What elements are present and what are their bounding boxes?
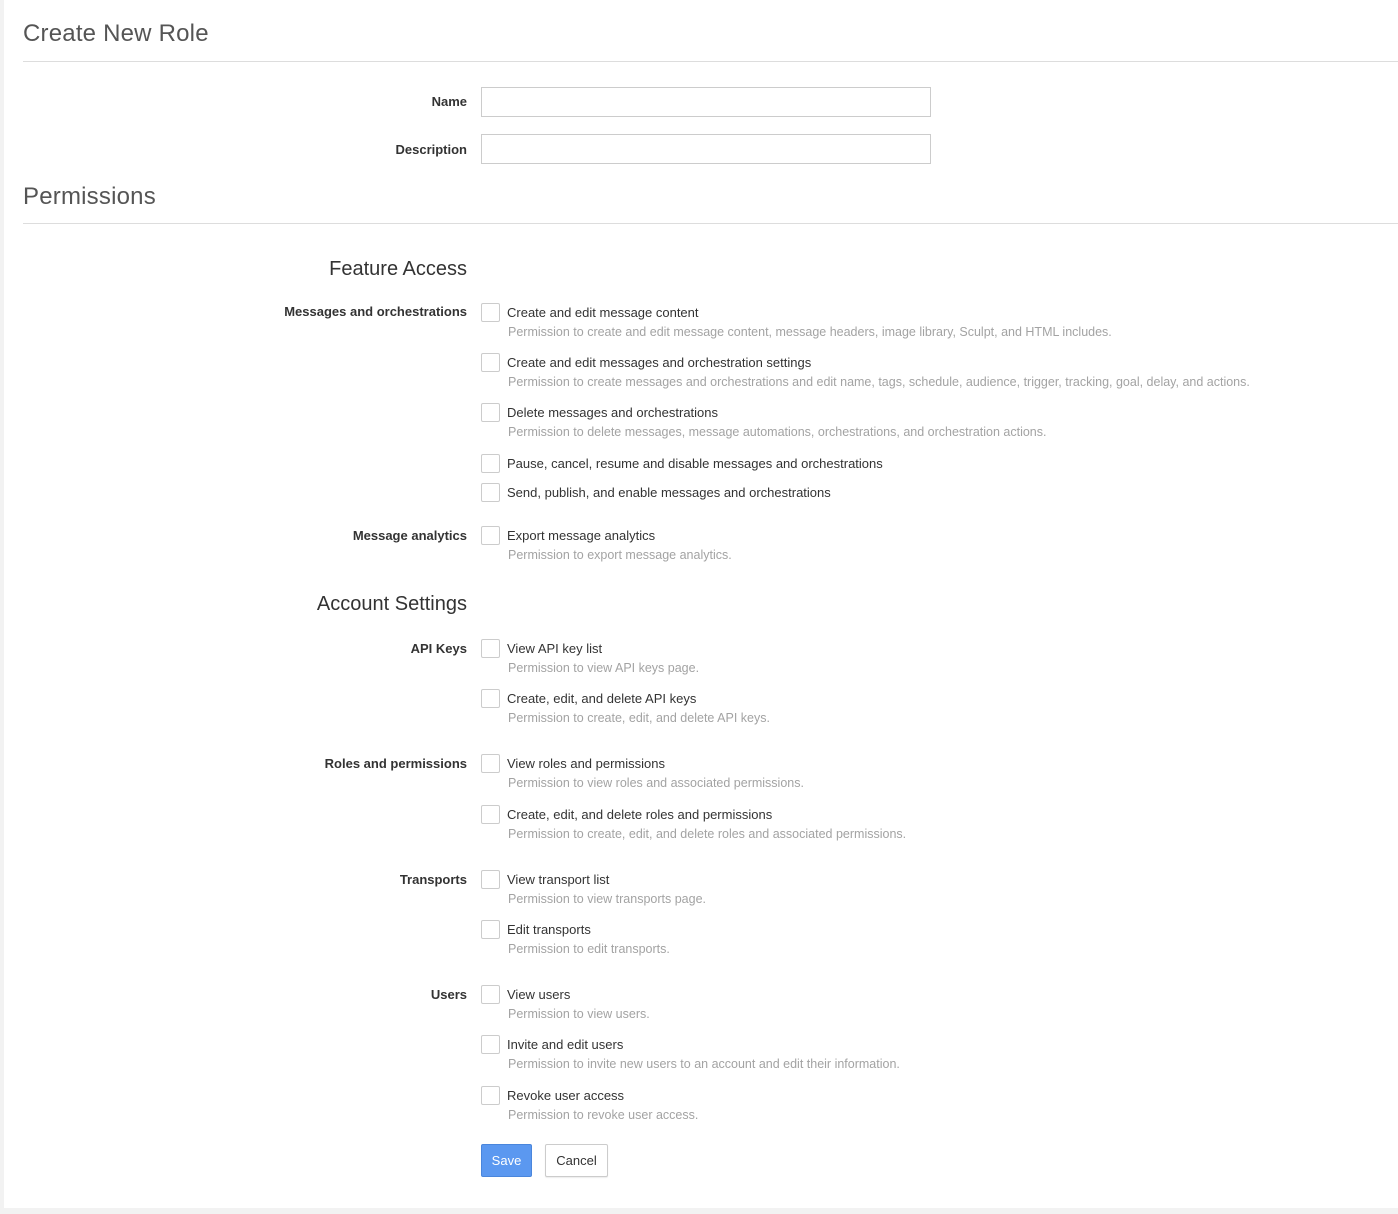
permission-title: Export message analytics bbox=[507, 528, 656, 543]
permission-item: View API key list Permission to view API… bbox=[481, 639, 1381, 679]
permission-checkbox[interactable] bbox=[481, 805, 500, 824]
permission-title: Invite and edit users bbox=[507, 1037, 624, 1052]
cancel-button[interactable]: Cancel bbox=[545, 1144, 608, 1177]
permission-description: Permission to view API keys page. bbox=[508, 661, 700, 675]
permission-description: Permission to create, edit, and delete A… bbox=[508, 711, 770, 725]
description-label: Description bbox=[395, 142, 467, 157]
permission-checkbox[interactable] bbox=[481, 1035, 500, 1054]
permission-item: Create and edit message content Permissi… bbox=[481, 303, 1381, 343]
permission-title: Create and edit message content bbox=[507, 305, 699, 320]
permission-title: Edit transports bbox=[507, 922, 591, 937]
permission-description: Permission to create, edit, and delete r… bbox=[508, 827, 907, 841]
permission-item: Export message analytics Permission to e… bbox=[481, 526, 1381, 566]
permission-item: Create, edit, and delete API keys Permis… bbox=[481, 689, 1381, 729]
permission-title: View roles and permissions bbox=[507, 756, 665, 771]
users-label: Users bbox=[430, 987, 467, 1002]
permission-title: Create and edit messages and orchestrati… bbox=[507, 355, 812, 370]
permission-checkbox[interactable] bbox=[481, 754, 500, 773]
permission-description: Permission to export message analytics. bbox=[508, 548, 732, 562]
permission-checkbox[interactable] bbox=[481, 353, 500, 372]
permission-checkbox[interactable] bbox=[481, 689, 500, 708]
permission-description: Permission to view roles and associated … bbox=[508, 776, 804, 790]
permission-item: Delete messages and orchestrations Permi… bbox=[481, 403, 1381, 443]
permission-title: Delete messages and orchestrations bbox=[507, 405, 719, 420]
permission-checkbox[interactable] bbox=[481, 1086, 500, 1105]
permissions-divider bbox=[23, 223, 1398, 224]
transports-label: Transports bbox=[399, 872, 467, 887]
permission-checkbox[interactable] bbox=[481, 870, 500, 889]
permission-item: Revoke user access Permission to revoke … bbox=[481, 1086, 1381, 1126]
permission-checkbox[interactable] bbox=[481, 526, 500, 545]
feature-access-heading: Feature Access bbox=[329, 258, 467, 280]
permission-checkbox[interactable] bbox=[481, 403, 500, 422]
permission-item: View roles and permissions Permission to… bbox=[481, 754, 1381, 794]
permission-title: View API key list bbox=[507, 641, 603, 656]
roles-permissions-label: Roles and permissions bbox=[324, 756, 467, 771]
permission-title: Create, edit, and delete API keys bbox=[507, 691, 697, 706]
permission-description: Permission to view transports page. bbox=[508, 892, 707, 906]
permission-item: Send, publish, and enable messages and o… bbox=[481, 483, 1381, 505]
messages-orchestrations-label: Messages and orchestrations bbox=[284, 304, 467, 319]
permission-description: Permission to delete messages, message a… bbox=[508, 425, 1047, 439]
permission-checkbox[interactable] bbox=[481, 454, 500, 473]
permission-description: Permission to invite new users to an acc… bbox=[508, 1057, 900, 1071]
permission-item: Invite and edit users Permission to invi… bbox=[481, 1035, 1381, 1075]
permission-description: Permission to edit transports. bbox=[508, 942, 670, 956]
page-title: Create New Role bbox=[23, 20, 209, 47]
permission-checkbox[interactable] bbox=[481, 483, 500, 502]
permission-item: View users Permission to view users. bbox=[481, 985, 1381, 1025]
permission-description: Permission to view users. bbox=[508, 1007, 650, 1021]
permission-title: View users bbox=[507, 987, 571, 1002]
title-divider bbox=[23, 61, 1398, 62]
permission-title: Send, publish, and enable messages and o… bbox=[507, 485, 831, 500]
permission-item: Create, edit, and delete roles and permi… bbox=[481, 805, 1381, 845]
account-settings-heading: Account Settings bbox=[316, 593, 467, 615]
permission-title: View transport list bbox=[507, 872, 610, 887]
permission-item: Edit transports Permission to edit trans… bbox=[481, 920, 1381, 960]
permission-checkbox[interactable] bbox=[481, 985, 500, 1004]
permission-checkbox[interactable] bbox=[481, 920, 500, 939]
permission-title: Pause, cancel, resume and disable messag… bbox=[507, 456, 883, 471]
permission-item: Pause, cancel, resume and disable messag… bbox=[481, 454, 1381, 476]
create-role-panel: Create New Role Name Description Permiss… bbox=[4, 0, 1398, 1208]
permissions-title: Permissions bbox=[23, 183, 156, 210]
message-analytics-label: Message analytics bbox=[352, 528, 467, 543]
permission-item: Create and edit messages and orchestrati… bbox=[481, 353, 1381, 393]
name-input[interactable] bbox=[481, 87, 931, 117]
permission-title: Revoke user access bbox=[507, 1088, 625, 1103]
permission-description: Permission to create and edit message co… bbox=[508, 325, 1112, 339]
permission-item: View transport list Permission to view t… bbox=[481, 870, 1381, 910]
permission-description: Permission to create messages and orches… bbox=[508, 375, 1250, 389]
description-input[interactable] bbox=[481, 134, 931, 164]
permission-checkbox[interactable] bbox=[481, 639, 500, 658]
name-label: Name bbox=[431, 94, 467, 109]
api-keys-label: API Keys bbox=[410, 641, 467, 656]
permission-title: Create, edit, and delete roles and permi… bbox=[507, 807, 773, 822]
save-button[interactable]: Save bbox=[481, 1144, 532, 1177]
permission-checkbox[interactable] bbox=[481, 303, 500, 322]
permission-description: Permission to revoke user access. bbox=[508, 1108, 699, 1122]
